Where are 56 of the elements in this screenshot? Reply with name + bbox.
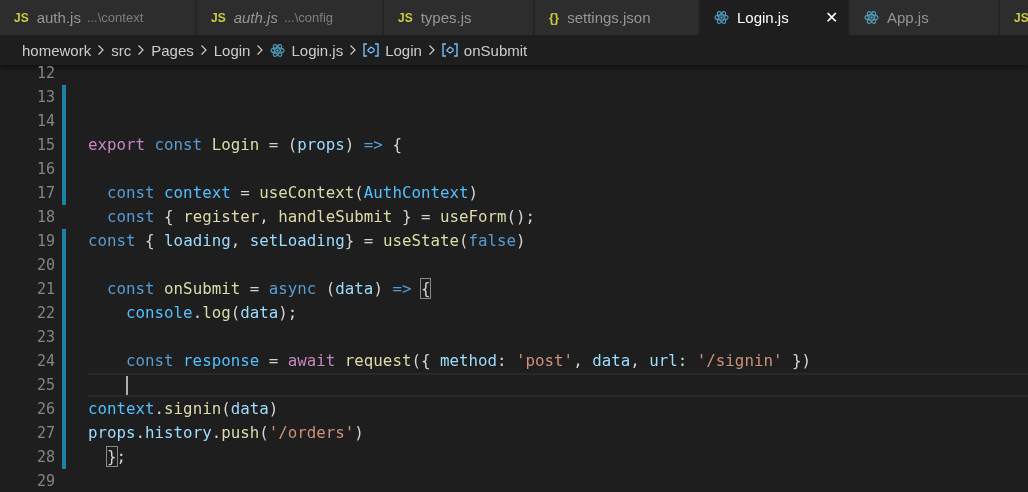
tab-label: App.js bbox=[887, 9, 929, 26]
line-number: 15 bbox=[35, 136, 55, 154]
tab-label: auth.js bbox=[36, 9, 81, 26]
line-number: 20 bbox=[35, 256, 55, 274]
line-number: 26 bbox=[35, 400, 55, 418]
line-number: 24 bbox=[35, 352, 55, 370]
breadcrumb-item[interactable]: homework bbox=[22, 41, 92, 59]
tab-path: ...\config bbox=[283, 10, 334, 25]
line-number: 14 bbox=[35, 112, 55, 130]
code-line: const { register, handleSubmit } = useForm(); bbox=[106, 206, 537, 228]
code-line: console.log(data); bbox=[125, 302, 299, 324]
js-file-icon: JS bbox=[14, 10, 29, 25]
editor-tab[interactable]: JS bbox=[1000, 0, 1028, 35]
tab-label: settings.json bbox=[567, 9, 651, 26]
json-file-icon: {} bbox=[549, 10, 560, 25]
code-line: }; bbox=[106, 446, 128, 468]
code-line: const context = useContext(AuthContext) bbox=[106, 182, 479, 204]
breadcrumb-item[interactable]: onSubmit bbox=[463, 41, 528, 59]
close-icon[interactable]: ✕ bbox=[824, 8, 838, 27]
line-number: 12 bbox=[35, 64, 55, 82]
line-number: 13 bbox=[35, 88, 55, 106]
code-line: const onSubmit = async (data) => { bbox=[106, 278, 432, 300]
tab-label: auth.js bbox=[233, 9, 278, 26]
line-number: 22 bbox=[35, 304, 55, 322]
js-file-icon: JS bbox=[211, 10, 226, 25]
js-file-icon: JS bbox=[398, 10, 413, 25]
tab-path: ...\context bbox=[86, 10, 144, 25]
breadcrumb-item[interactable]: Pages bbox=[151, 41, 194, 59]
code-line: const response = await request({ method: 'post', data, url: '/signin' }) bbox=[125, 350, 812, 372]
line-number: 25 bbox=[35, 376, 55, 394]
line-number: 28 bbox=[35, 448, 55, 466]
line-number: 17 bbox=[35, 184, 55, 202]
breadcrumb-item[interactable]: Login bbox=[385, 41, 422, 59]
line-number: 18 bbox=[35, 208, 55, 226]
tab-label: Login.js bbox=[737, 9, 789, 26]
js-file-icon: JS bbox=[1014, 10, 1028, 25]
editor-tab[interactable]: Login.js ✕ bbox=[700, 0, 848, 35]
code-line: context.signin(data) bbox=[88, 398, 280, 420]
line-number: 16 bbox=[35, 160, 55, 178]
code-line: export const Login = (props) => { bbox=[88, 134, 403, 156]
code-line: const { loading, setLoading} = useState(false) bbox=[88, 230, 527, 252]
breadcrumb-item[interactable]: Login.js bbox=[291, 41, 344, 59]
line-number: 29 bbox=[35, 472, 55, 490]
line-number: 21 bbox=[35, 280, 55, 298]
editor-tab[interactable]: JS auth.js ...\config bbox=[197, 0, 382, 35]
line-number: 19 bbox=[35, 232, 55, 250]
editor-tab[interactable]: JS types.js bbox=[384, 0, 533, 35]
breadcrumb-item[interactable]: src bbox=[111, 41, 132, 59]
code-line: props.history.push('/orders') bbox=[88, 422, 365, 444]
breadcrumb-item[interactable]: Login bbox=[213, 41, 251, 59]
editor-tab[interactable]: App.js bbox=[850, 0, 998, 35]
line-number: 27 bbox=[35, 424, 55, 442]
editor-tab[interactable]: {} settings.json bbox=[535, 0, 698, 35]
editor-tab[interactable]: JS auth.js ...\context bbox=[0, 0, 195, 35]
line-number: 23 bbox=[35, 328, 55, 346]
tab-label: types.js bbox=[420, 9, 472, 26]
